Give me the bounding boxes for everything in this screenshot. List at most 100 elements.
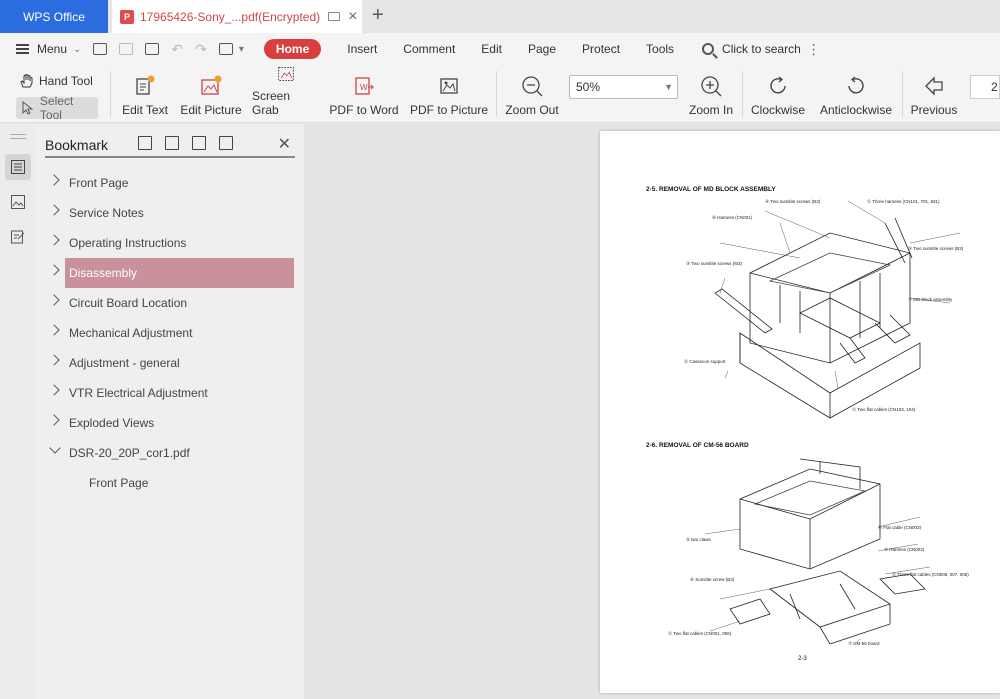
- close-tab-icon[interactable]: ×: [348, 8, 357, 25]
- bookmark-label: VTR Electrical Adjustment: [69, 386, 208, 400]
- zoom-out-label: Zoom Out: [505, 103, 559, 117]
- select-tool-button[interactable]: Select Tool: [16, 94, 98, 122]
- bookmark-item-expanded[interactable]: DSR-20_20P_cor1.pdf: [36, 438, 304, 468]
- tab-comment[interactable]: Comment: [403, 42, 455, 56]
- customize-dropdown-icon[interactable]: ▾: [239, 44, 244, 55]
- bookmark-label: Circuit Board Location: [69, 296, 188, 310]
- redo-icon[interactable]: ↷: [195, 41, 207, 58]
- zoom-in-label: Zoom In: [688, 103, 733, 117]
- expand-all-icon[interactable]: [138, 136, 152, 150]
- edit-text-icon: [136, 75, 155, 95]
- page-number-input[interactable]: 2: [970, 75, 1000, 99]
- arrow-left-icon: [925, 76, 943, 96]
- ribbon-separator: [496, 71, 497, 117]
- zoom-out-button[interactable]: Zoom Out: [502, 65, 562, 123]
- callout-label: ① Three harness (CN101, 701, 831): [867, 199, 940, 204]
- bookmark-label: Front Page: [69, 176, 129, 190]
- cursor-arrow-icon: [22, 101, 34, 115]
- tab-edit[interactable]: Edit: [481, 42, 502, 56]
- print-icon[interactable]: [145, 43, 160, 55]
- pdf-to-picture-button[interactable]: PDF to Picture: [408, 65, 490, 123]
- drag-handle-icon[interactable]: [10, 134, 26, 139]
- chevron-right-icon[interactable]: [48, 264, 60, 276]
- pdf-to-picture-icon: [440, 78, 458, 94]
- annotation-panel-button[interactable]: [5, 224, 31, 250]
- search-icon[interactable]: [702, 43, 715, 55]
- tab-page[interactable]: Page: [528, 42, 556, 56]
- ribbon-separator: [110, 71, 111, 117]
- edit-picture-button[interactable]: Edit Picture: [178, 65, 244, 123]
- bookmark-item[interactable]: VTR Electrical Adjustment: [36, 378, 304, 408]
- chevron-right-icon[interactable]: [48, 354, 60, 366]
- new-tab-button[interactable]: +: [372, 4, 384, 27]
- add-bookmark-icon[interactable]: [192, 136, 206, 150]
- select-tool-label: Select Tool: [39, 94, 74, 122]
- bookmark-item-selected[interactable]: Disassembly: [36, 258, 304, 288]
- bookmark-item[interactable]: Mechanical Adjustment: [36, 318, 304, 348]
- bookmark-label: Front Page: [89, 476, 149, 490]
- open-folder-icon[interactable]: [93, 43, 108, 55]
- hand-tool-button[interactable]: Hand Tool: [18, 73, 93, 89]
- tab-insert[interactable]: Insert: [347, 42, 377, 56]
- image-icon: [11, 195, 25, 209]
- bookmark-item[interactable]: Front Page: [36, 168, 304, 198]
- bookmark-panel: Bookmark ✕ Front Page Service Notes Oper…: [36, 124, 304, 699]
- rotate-anticlockwise-button[interactable]: Anticlockwise: [816, 65, 896, 123]
- pdf-page[interactable]: 2-5. REMOVAL OF MD BLOCK ASSEMBLY ④ Two …: [600, 131, 1000, 693]
- ribbon-toolbar: Hand Tool Select Tool Edit Text Edit Pic…: [0, 65, 1000, 123]
- bookmark-item[interactable]: Adjustment - general: [36, 348, 304, 378]
- export-icon[interactable]: [218, 43, 233, 55]
- zoom-in-button[interactable]: Zoom In: [684, 65, 738, 123]
- chevron-right-icon[interactable]: [48, 384, 60, 396]
- bookmark-label: Mechanical Adjustment: [69, 326, 193, 340]
- menu-button[interactable]: Menu ⌄: [16, 42, 81, 56]
- tab-document[interactable]: P 17965426-Sony_...pdf(Encrypted) ×: [112, 0, 362, 33]
- chevron-down-icon[interactable]: ⌄: [73, 44, 81, 55]
- bookmark-item[interactable]: Exploded Views: [36, 408, 304, 438]
- tab-tools[interactable]: Tools: [646, 42, 674, 56]
- bookmark-item[interactable]: Service Notes: [36, 198, 304, 228]
- undo-icon[interactable]: ↶: [171, 41, 183, 58]
- tab-document-title: 17965426-Sony_...pdf(Encrypted): [140, 9, 321, 24]
- edit-picture-label: Edit Picture: [180, 103, 242, 117]
- bookmark-settings-icon[interactable]: [219, 136, 233, 150]
- tab-home[interactable]: Home: [263, 39, 322, 59]
- chevron-right-icon[interactable]: [48, 204, 60, 216]
- chevron-right-icon[interactable]: [48, 294, 60, 306]
- monitor-icon[interactable]: [328, 12, 341, 21]
- search-box[interactable]: Click to search: [722, 42, 801, 56]
- edit-text-button[interactable]: Edit Text: [118, 65, 172, 123]
- chevron-down-icon[interactable]: [49, 442, 61, 454]
- anticlockwise-label: Anticlockwise: [819, 103, 893, 117]
- chevron-right-icon[interactable]: [48, 234, 60, 246]
- callout-label: ⑦ MD block assembly: [908, 297, 953, 302]
- screen-grab-button[interactable]: Screen Grab: [252, 65, 320, 123]
- zoom-level-select[interactable]: 50% ▼: [569, 75, 678, 99]
- chevron-right-icon[interactable]: [48, 414, 60, 426]
- tab-protect[interactable]: Protect: [582, 42, 620, 56]
- bookmark-item[interactable]: Circuit Board Location: [36, 288, 304, 318]
- section-title: 2-6. REMOVAL OF CM-56 BOARD: [646, 442, 749, 449]
- bookmark-panel-button[interactable]: [5, 154, 31, 180]
- page-footer: 2-3: [798, 656, 807, 662]
- bookmark-header: Bookmark ✕: [45, 136, 295, 158]
- collapse-all-icon[interactable]: [165, 136, 179, 150]
- pdf-to-word-button[interactable]: W PDF to Word: [328, 65, 400, 123]
- callout-label: ⑤ two claws: [686, 537, 711, 542]
- previous-page-button[interactable]: Previous: [906, 65, 962, 123]
- rotate-clockwise-button[interactable]: Clockwise: [748, 65, 808, 123]
- chevron-down-icon[interactable]: ▼: [664, 82, 673, 92]
- callout-label: ⑤ Two sumitite screws (B3): [908, 246, 964, 251]
- callout-label: ③ Two sumitite screws (M3): [686, 261, 742, 266]
- bookmark-item[interactable]: Operating Instructions: [36, 228, 304, 258]
- more-options-icon[interactable]: ⋮: [807, 41, 821, 58]
- thumbnail-panel-button[interactable]: [5, 189, 31, 215]
- save-icon[interactable]: [119, 43, 134, 55]
- bookmark-child-item[interactable]: Front Page: [36, 468, 304, 498]
- annotation-icon: [11, 230, 25, 244]
- close-panel-icon[interactable]: ✕: [278, 134, 291, 154]
- tab-wps-office[interactable]: WPS Office: [0, 0, 108, 33]
- chevron-right-icon[interactable]: [48, 174, 60, 186]
- document-viewport[interactable]: 2-5. REMOVAL OF MD BLOCK ASSEMBLY ④ Two …: [304, 124, 1000, 699]
- chevron-right-icon[interactable]: [48, 324, 60, 336]
